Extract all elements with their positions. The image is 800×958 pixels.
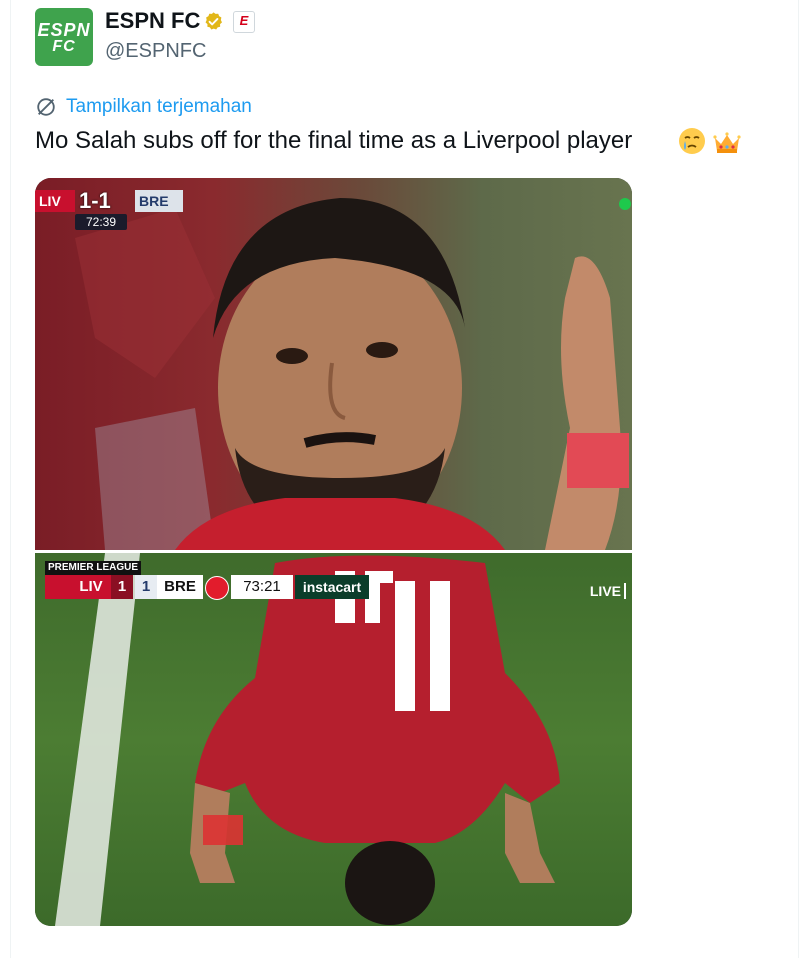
match-clock: 72:39	[75, 214, 127, 230]
liverpool-crest-icon	[45, 575, 71, 599]
espn-affiliate-icon[interactable]: E	[233, 11, 255, 33]
player-closeup-illustration	[75, 198, 629, 550]
match-clock: 73:21	[231, 575, 293, 599]
affiliate-mark: E	[239, 13, 249, 28]
home-score: 1	[111, 575, 133, 599]
verified-badge-icon[interactable]	[203, 11, 224, 32]
broadcaster-logo-icon	[619, 198, 631, 210]
translate-label: Tampilkan terjemahan	[66, 96, 252, 117]
home-team: LIV	[71, 575, 111, 599]
timeline-border-left	[10, 0, 11, 958]
player-prostrating-illustration	[55, 553, 560, 926]
away-score: 1	[135, 575, 157, 599]
crown-icon	[713, 132, 741, 153]
timeline-border-right	[798, 0, 799, 958]
translate-link[interactable]: Tampilkan terjemahan	[35, 95, 252, 119]
handle[interactable]: @ESPNFC	[105, 40, 206, 63]
away-team: BRE	[157, 575, 203, 599]
display-name[interactable]: ESPN FC	[105, 8, 200, 34]
media-image-top[interactable]: LIV 1-1 BRE 72:39	[35, 178, 632, 550]
sponsor-label: instacart	[295, 575, 369, 599]
league-label: PREMIER LEAGUE	[45, 561, 142, 575]
tweet-media[interactable]: LIV 1-1 BRE 72:39 PREMIER LEAGUE LIV 1 1…	[35, 178, 632, 926]
away-team: BRE	[135, 190, 183, 212]
tweet-text: Mo Salah subs off for the final time as …	[35, 127, 633, 154]
avatar[interactable]: ESPN FC	[35, 8, 93, 66]
translate-globe-icon	[37, 98, 55, 116]
brentford-crest-icon	[205, 576, 229, 600]
home-team: LIV	[35, 190, 75, 212]
media-image-bottom[interactable]: PREMIER LEAGUE LIV 1 1 BRE 73:21 instaca…	[35, 553, 632, 926]
crying-face-icon	[679, 128, 705, 154]
live-indicator: LIVE	[590, 583, 626, 599]
avatar-logo-line2: FC	[52, 38, 76, 55]
